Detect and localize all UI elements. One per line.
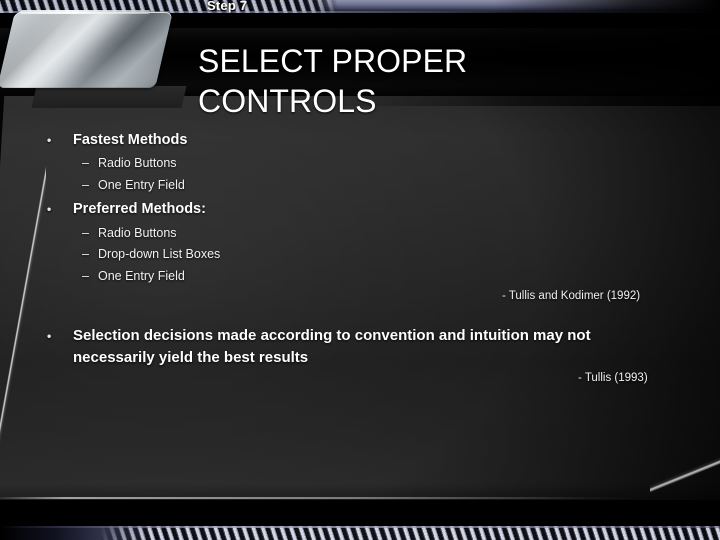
sub-bullet-item: – One Entry Field bbox=[82, 268, 185, 285]
dash-marker-icon: – bbox=[82, 269, 89, 283]
bullet-marker-icon: • bbox=[47, 133, 52, 147]
dash-marker-icon: – bbox=[82, 247, 89, 261]
sub-bullet-label: One Entry Field bbox=[98, 269, 185, 283]
sub-bullet-label: Radio Buttons bbox=[98, 156, 177, 170]
dash-marker-icon: – bbox=[82, 156, 89, 170]
bullet-item-fastest-methods: • Fastest Methods bbox=[44, 131, 187, 150]
dash-marker-icon: – bbox=[82, 226, 89, 240]
sub-bullet-item: – Drop-down List Boxes bbox=[82, 246, 220, 263]
bullet-marker-icon: • bbox=[47, 329, 52, 343]
slide-canvas: Step 7 SELECT PROPER CONTROLS • Fastest … bbox=[0, 0, 720, 540]
sub-bullet-label: Drop-down List Boxes bbox=[98, 247, 221, 261]
sub-bullet-item: – Radio Buttons bbox=[82, 225, 177, 242]
page-title: SELECT PROPER CONTROLS bbox=[198, 43, 468, 120]
sub-bullet-label: One Entry Field bbox=[98, 178, 185, 192]
citation-tullis-kodimer: - Tullis and Kodimer (1992) bbox=[502, 290, 641, 302]
step-label: Step 7 bbox=[207, 0, 248, 13]
bullet-marker-icon: • bbox=[47, 202, 52, 216]
bullet-label: Fastest Methods bbox=[73, 132, 188, 148]
sub-bullet-item: – One Entry Field bbox=[82, 177, 185, 194]
sub-bullet-item: – Radio Buttons bbox=[82, 155, 177, 172]
dash-marker-icon: – bbox=[82, 178, 89, 192]
bullet-label: Preferred Methods: bbox=[73, 201, 206, 217]
paragraph-text: Selection decisions made according to co… bbox=[73, 327, 591, 366]
bullet-item-selection-decisions: • Selection decisions made according to … bbox=[44, 325, 663, 369]
citation-tullis: - Tullis (1993) bbox=[578, 372, 648, 384]
bullet-item-preferred-methods: • Preferred Methods: bbox=[44, 200, 206, 219]
sub-bullet-label: Radio Buttons bbox=[98, 226, 177, 240]
